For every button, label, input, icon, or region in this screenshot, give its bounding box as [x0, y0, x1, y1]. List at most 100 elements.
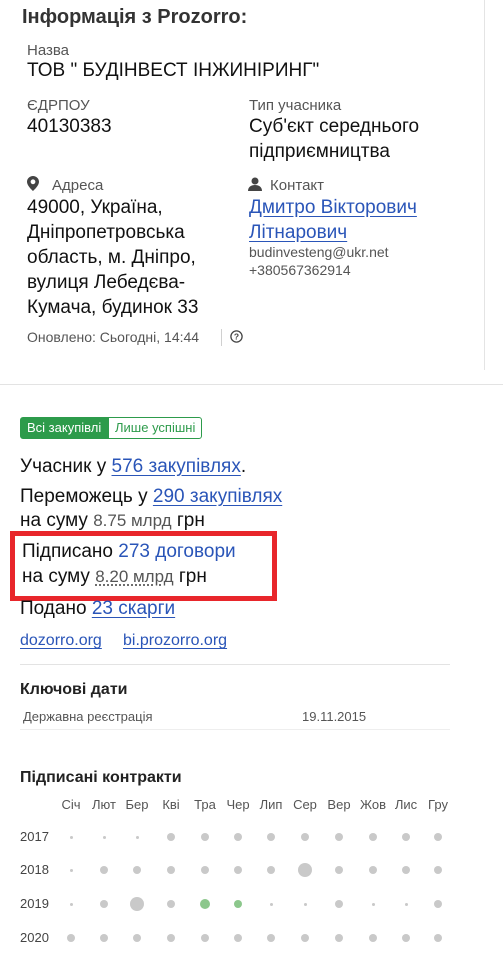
- contact-name-link-2[interactable]: Літнарович: [249, 220, 347, 245]
- company-name: ТОВ " БУДІНВЕСТ ІНЖИНІРИНГ": [27, 60, 320, 81]
- contract-dot[interactable]: [402, 934, 410, 942]
- contract-dot[interactable]: [201, 833, 209, 841]
- updated-text: Оновлено: Сьогодні, 14:44: [27, 329, 200, 345]
- month-label: Лис: [394, 797, 418, 812]
- bi-prozorro-link[interactable]: bi.prozorro.org: [123, 632, 227, 650]
- contract-dot[interactable]: [404, 902, 408, 906]
- contract-dot[interactable]: [69, 902, 73, 906]
- contract-dot[interactable]: [167, 934, 175, 942]
- month-label: Бер: [125, 797, 149, 812]
- contract-dot[interactable]: [234, 900, 242, 908]
- contract-dot[interactable]: [267, 866, 275, 874]
- signed-stat: Підписано 273 договори: [22, 541, 236, 562]
- contract-dot[interactable]: [298, 863, 312, 877]
- contract-dot[interactable]: [69, 835, 73, 839]
- complaints-stat: Подано 23 скарги: [20, 598, 176, 619]
- section-divider: [0, 384, 503, 385]
- contract-dot[interactable]: [434, 833, 442, 841]
- contact-phone: +380567362914: [249, 262, 351, 278]
- complaints-link[interactable]: 23 скарги: [92, 598, 175, 619]
- help-icon[interactable]: ?: [230, 330, 243, 348]
- contract-dot[interactable]: [267, 833, 275, 841]
- contact-email: budinvesteng@ukr.net: [249, 244, 389, 260]
- contract-dot[interactable]: [234, 866, 242, 874]
- address-label: Адреса: [52, 177, 104, 194]
- filter-successful-only[interactable]: Лише успішні: [108, 417, 203, 439]
- contract-dot[interactable]: [167, 866, 175, 874]
- contract-dot[interactable]: [201, 934, 209, 942]
- contract-dot[interactable]: [67, 934, 75, 942]
- contract-dot[interactable]: [402, 866, 410, 874]
- participant-type-value-1: Суб'єкт середнього: [249, 116, 420, 137]
- contract-dot[interactable]: [335, 866, 343, 874]
- contract-dot[interactable]: [301, 833, 309, 841]
- month-label: Кві: [162, 797, 180, 812]
- registration-label: Державна реєстрація: [23, 709, 153, 724]
- winner-link[interactable]: 290 закупівлях: [153, 486, 282, 507]
- filter-all-purchases[interactable]: Всі закупівлі: [20, 417, 109, 439]
- month-label: Гру: [428, 797, 448, 812]
- contract-dot[interactable]: [371, 902, 375, 906]
- contract-dot[interactable]: [267, 934, 275, 942]
- contract-dot[interactable]: [130, 897, 144, 911]
- contract-dot[interactable]: [402, 833, 410, 841]
- contract-dot[interactable]: [369, 866, 377, 874]
- svg-text:?: ?: [234, 332, 239, 342]
- updated-divider: [221, 329, 222, 346]
- contract-dot[interactable]: [133, 866, 141, 874]
- year-label: 2020: [20, 930, 49, 945]
- month-label: Вер: [327, 797, 351, 812]
- contract-dot[interactable]: [234, 934, 242, 942]
- dozorro-link[interactable]: dozorro.org: [20, 632, 102, 650]
- contract-dot[interactable]: [234, 833, 242, 841]
- contract-dot[interactable]: [369, 934, 377, 942]
- contact-label: Контакт: [270, 177, 325, 194]
- year-label: 2017: [20, 829, 49, 844]
- contract-dot[interactable]: [303, 902, 307, 906]
- contract-dot[interactable]: [301, 934, 309, 942]
- key-dates-title: Ключові дати: [20, 681, 128, 698]
- contact-name-link[interactable]: Дмитро Вікторович: [249, 195, 417, 220]
- contract-dot[interactable]: [100, 900, 108, 908]
- contract-dot[interactable]: [102, 835, 106, 839]
- contract-dot[interactable]: [335, 900, 343, 908]
- address-line-4: вулиця Лебедєва-: [27, 272, 186, 293]
- key-dates-row-divider: [20, 729, 450, 730]
- month-label: Сер: [293, 797, 317, 812]
- contract-dot[interactable]: [434, 934, 442, 942]
- contract-dot[interactable]: [369, 833, 377, 841]
- month-label: Чер: [226, 797, 250, 812]
- location-pin-icon: [27, 176, 39, 196]
- name-label: Назва: [27, 42, 70, 59]
- contract-dot[interactable]: [434, 900, 442, 908]
- month-label: Січ: [61, 797, 81, 812]
- month-label: Лют: [92, 797, 116, 812]
- signed-contracts-link[interactable]: 273 договори: [118, 541, 235, 562]
- address-line-5: Кумача, будинок 33: [27, 297, 199, 318]
- contract-dot[interactable]: [167, 833, 175, 841]
- contract-dot[interactable]: [167, 900, 175, 908]
- edrpou-label: ЄДРПОУ: [27, 97, 90, 114]
- section-divider-2: [20, 664, 450, 665]
- edrpou-value: 40130383: [27, 116, 112, 137]
- contract-dot[interactable]: [100, 866, 108, 874]
- contract-dot[interactable]: [135, 835, 139, 839]
- contract-dot[interactable]: [335, 833, 343, 841]
- column-divider: [484, 0, 485, 370]
- year-label: 2019: [20, 896, 49, 911]
- contract-dot[interactable]: [69, 868, 73, 872]
- participant-type-value-2: підприємництва: [249, 141, 390, 162]
- participant-link[interactable]: 576 закупівлях: [112, 456, 241, 477]
- contract-dot[interactable]: [100, 934, 108, 942]
- address-line-1: 49000, Україна,: [27, 197, 163, 218]
- month-label: Жов: [360, 797, 386, 812]
- contract-dot[interactable]: [133, 934, 141, 942]
- contract-dot[interactable]: [335, 934, 343, 942]
- contract-dot[interactable]: [200, 899, 210, 909]
- participant-stat: Учасник у 576 закупівлях.: [20, 456, 247, 477]
- contract-dot[interactable]: [269, 902, 273, 906]
- contract-dot[interactable]: [434, 866, 442, 874]
- participant-type-label: Тип учасника: [249, 97, 342, 114]
- contract-dot[interactable]: [201, 866, 209, 874]
- address-line-3: область, м. Дніпро,: [27, 247, 196, 268]
